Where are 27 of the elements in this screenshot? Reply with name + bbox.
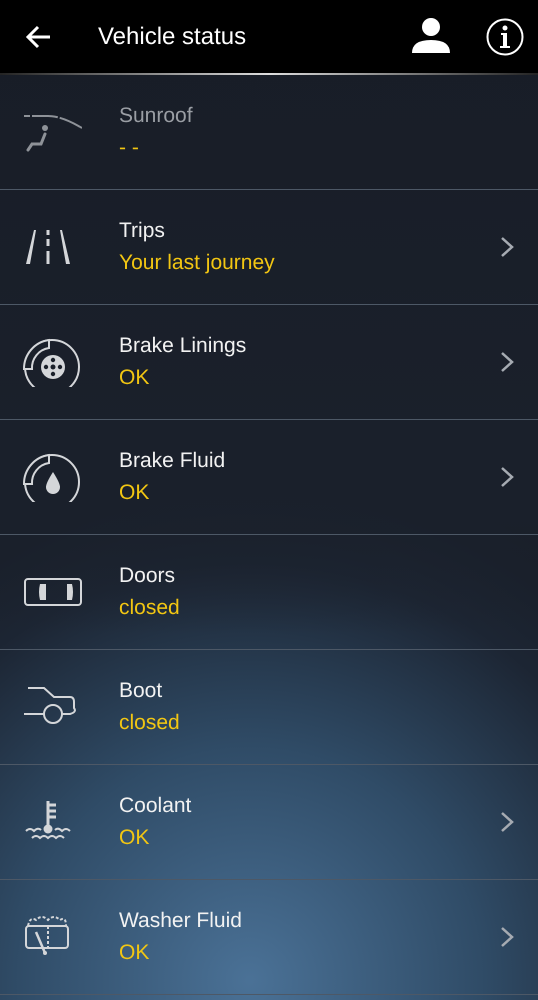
item-title: Washer Fluid <box>119 909 243 933</box>
status-row[interactable]: Washer Fluid OK <box>0 880 538 995</box>
status-row[interactable]: Brake Linings OK <box>0 305 538 420</box>
item-title: Trips <box>119 219 166 243</box>
item-title: Boot <box>119 679 164 703</box>
screen-title: Vehicle status <box>98 22 248 50</box>
item-status: OK <box>119 481 150 505</box>
item-title: Coolant <box>119 794 192 818</box>
item-status: OK <box>119 826 150 850</box>
status-row[interactable]: Doors closed <box>0 535 538 650</box>
status-row[interactable]: Brake Fluid OK <box>0 420 538 535</box>
item-title: Sunroof <box>119 104 194 128</box>
item-status: - - <box>119 136 140 160</box>
status-row[interactable]: Boot closed <box>0 650 538 765</box>
disc-drop-icon <box>22 452 82 502</box>
item-title: Brake Linings <box>119 334 248 358</box>
status-row[interactable]: Coolant OK <box>0 765 538 880</box>
status-row[interactable]: Trips Your last journey <box>0 190 538 305</box>
item-status: closed <box>119 596 181 620</box>
item-title: Brake Fluid <box>119 449 226 473</box>
item-status: Your last journey <box>119 251 276 275</box>
info-button[interactable] <box>486 18 524 56</box>
item-status: closed <box>119 711 181 735</box>
item-status: OK <box>119 941 150 965</box>
item-title: Doors <box>119 564 176 588</box>
info-icon <box>486 18 524 56</box>
item-status: OK <box>119 366 150 390</box>
